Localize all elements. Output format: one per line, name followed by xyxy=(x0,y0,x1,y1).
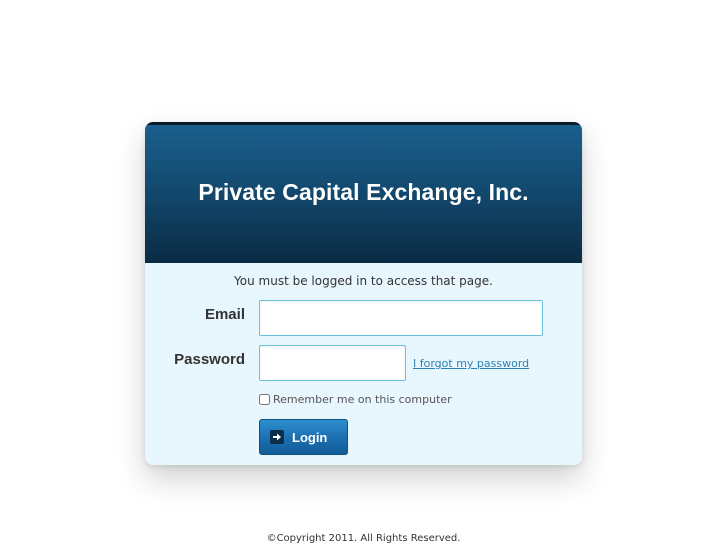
login-button-label: Login xyxy=(292,429,328,445)
card-header: Private Capital Exchange, Inc. xyxy=(145,122,582,263)
copyright-footer: ©Copyright 2011. All Rights Reserved. xyxy=(266,533,461,544)
email-label: Email xyxy=(204,306,245,323)
password-label: Password xyxy=(174,351,245,368)
email-field[interactable] xyxy=(259,300,543,336)
remember-me[interactable]: Remember me on this computer xyxy=(259,393,452,406)
password-field[interactable] xyxy=(259,345,406,381)
login-form: You must be logged in to access that pag… xyxy=(145,263,582,465)
page: Private Capital Exchange, Inc. You must … xyxy=(0,0,727,545)
login-card: Private Capital Exchange, Inc. You must … xyxy=(145,122,582,465)
remember-me-label: Remember me on this computer xyxy=(273,393,452,406)
arrow-right-icon xyxy=(270,430,284,444)
remember-me-checkbox[interactable] xyxy=(259,394,270,405)
login-button[interactable]: Login xyxy=(259,419,348,455)
page-title: Private Capital Exchange, Inc. xyxy=(198,179,529,205)
forgot-password-link[interactable]: I forgot my password xyxy=(413,357,529,370)
login-notice: You must be logged in to access that pag… xyxy=(234,274,493,288)
